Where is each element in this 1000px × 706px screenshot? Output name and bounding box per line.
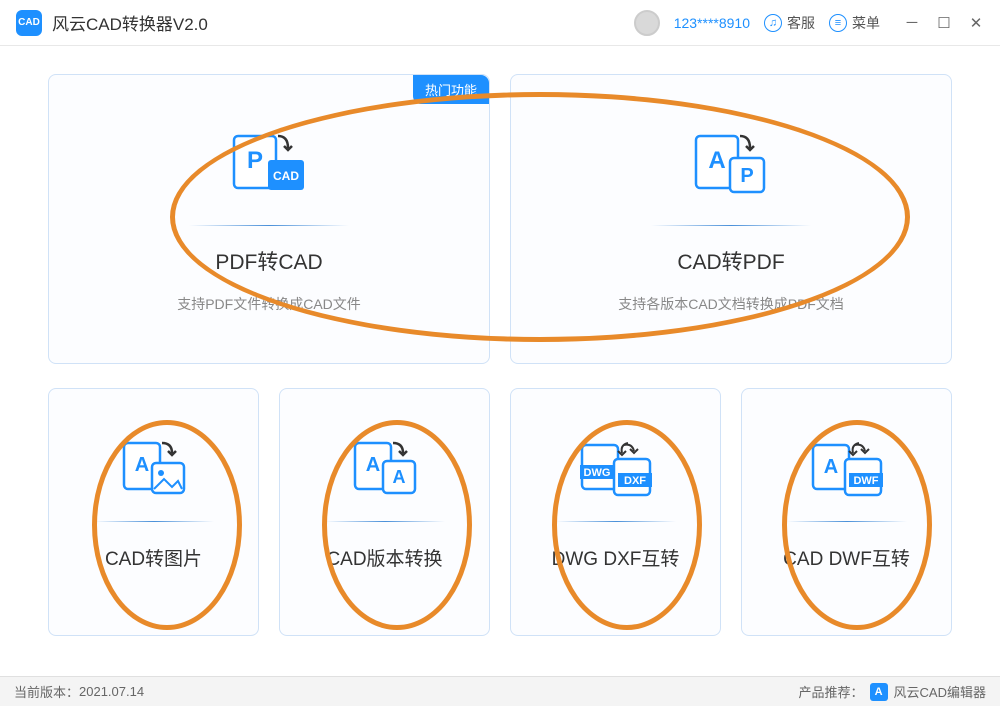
divider	[189, 225, 349, 226]
recommend-label: 产品推荐：	[799, 682, 864, 701]
menu-label: 菜单	[852, 13, 880, 33]
close-button[interactable]: ✕	[968, 15, 984, 31]
cad-to-pdf-icon: AP	[688, 125, 774, 205]
app-logo-icon: CAD	[16, 10, 42, 36]
dwg-dxf-icon: DWG DXF	[576, 435, 656, 505]
hot-badge: 热门功能	[413, 75, 489, 104]
maximize-button[interactable]: ☐	[936, 15, 952, 31]
card-title: CAD DWF互转	[783, 544, 910, 571]
svg-text:DWG: DWG	[583, 467, 610, 479]
divider	[94, 521, 214, 522]
menu-icon: ≡	[829, 14, 847, 32]
user-avatar-icon[interactable]	[634, 10, 660, 36]
svg-text:A: A	[134, 454, 148, 476]
card-desc: 支持PDF文件转换成CAD文件	[177, 294, 361, 314]
card-cad-version[interactable]: AA CAD版本转换	[279, 388, 490, 636]
card-title: DWG DXF互转	[552, 544, 680, 571]
svg-text:A: A	[708, 147, 725, 174]
svg-text:A: A	[823, 456, 837, 478]
cad-dwf-icon: A DWF	[807, 435, 887, 505]
card-cad-dwf[interactable]: A DWF CAD DWF互转	[741, 388, 952, 636]
svg-text:A: A	[392, 467, 405, 487]
divider	[651, 225, 811, 226]
svg-text:CAD: CAD	[273, 169, 299, 183]
divider	[325, 521, 445, 522]
card-desc: 支持各版本CAD文档转换成PDF文档	[618, 294, 844, 314]
svg-text:DXF: DXF	[624, 475, 646, 487]
card-dwg-dxf[interactable]: DWG DXF DWG DXF互转	[510, 388, 721, 636]
svg-text:P: P	[740, 165, 753, 187]
divider	[556, 521, 676, 522]
card-cad-to-image[interactable]: A CAD转图片	[48, 388, 259, 636]
recommend-logo-icon: A	[870, 683, 888, 701]
minimize-button[interactable]: ─	[904, 15, 920, 31]
card-title: CAD版本转换	[326, 544, 442, 571]
customer-service-button[interactable]: ♫ 客服	[764, 13, 815, 33]
svg-text:P: P	[247, 147, 263, 174]
card-title: PDF转CAD	[215, 246, 322, 276]
svg-text:A: A	[365, 454, 379, 476]
user-id[interactable]: 123****8910	[674, 15, 750, 31]
card-title: CAD转图片	[105, 544, 202, 571]
divider	[787, 521, 907, 522]
headset-icon: ♫	[764, 14, 782, 32]
pdf-to-cad-icon: P CAD	[226, 125, 312, 205]
card-cad-to-pdf[interactable]: AP CAD转PDF 支持各版本CAD文档转换成PDF文档	[510, 74, 952, 364]
titlebar: CAD 风云CAD转换器V2.0 123****8910 ♫ 客服 ≡ 菜单 ─…	[0, 0, 1000, 46]
cad-to-image-icon: A	[118, 435, 190, 505]
recommend-app[interactable]: 风云CAD编辑器	[894, 682, 986, 701]
version-label: 当前版本：	[14, 682, 79, 701]
svg-text:DWF: DWF	[853, 475, 878, 487]
version-value: 2021.07.14	[79, 684, 144, 699]
kefu-label: 客服	[787, 13, 815, 33]
statusbar: 当前版本： 2021.07.14 产品推荐： A 风云CAD编辑器	[0, 676, 1000, 706]
cad-version-icon: AA	[349, 435, 421, 505]
card-title: CAD转PDF	[677, 246, 784, 276]
main-content: 热门功能 PCAD PDF转CAD 支持PDF文件转换成CAD文件 AP CAD…	[0, 46, 1000, 636]
app-title: 风云CAD转换器V2.0	[52, 10, 208, 35]
card-pdf-to-cad[interactable]: 热门功能 P CAD PDF转CAD 支持PDF文件转换成CAD文件	[48, 74, 490, 364]
menu-button[interactable]: ≡ 菜单	[829, 13, 880, 33]
